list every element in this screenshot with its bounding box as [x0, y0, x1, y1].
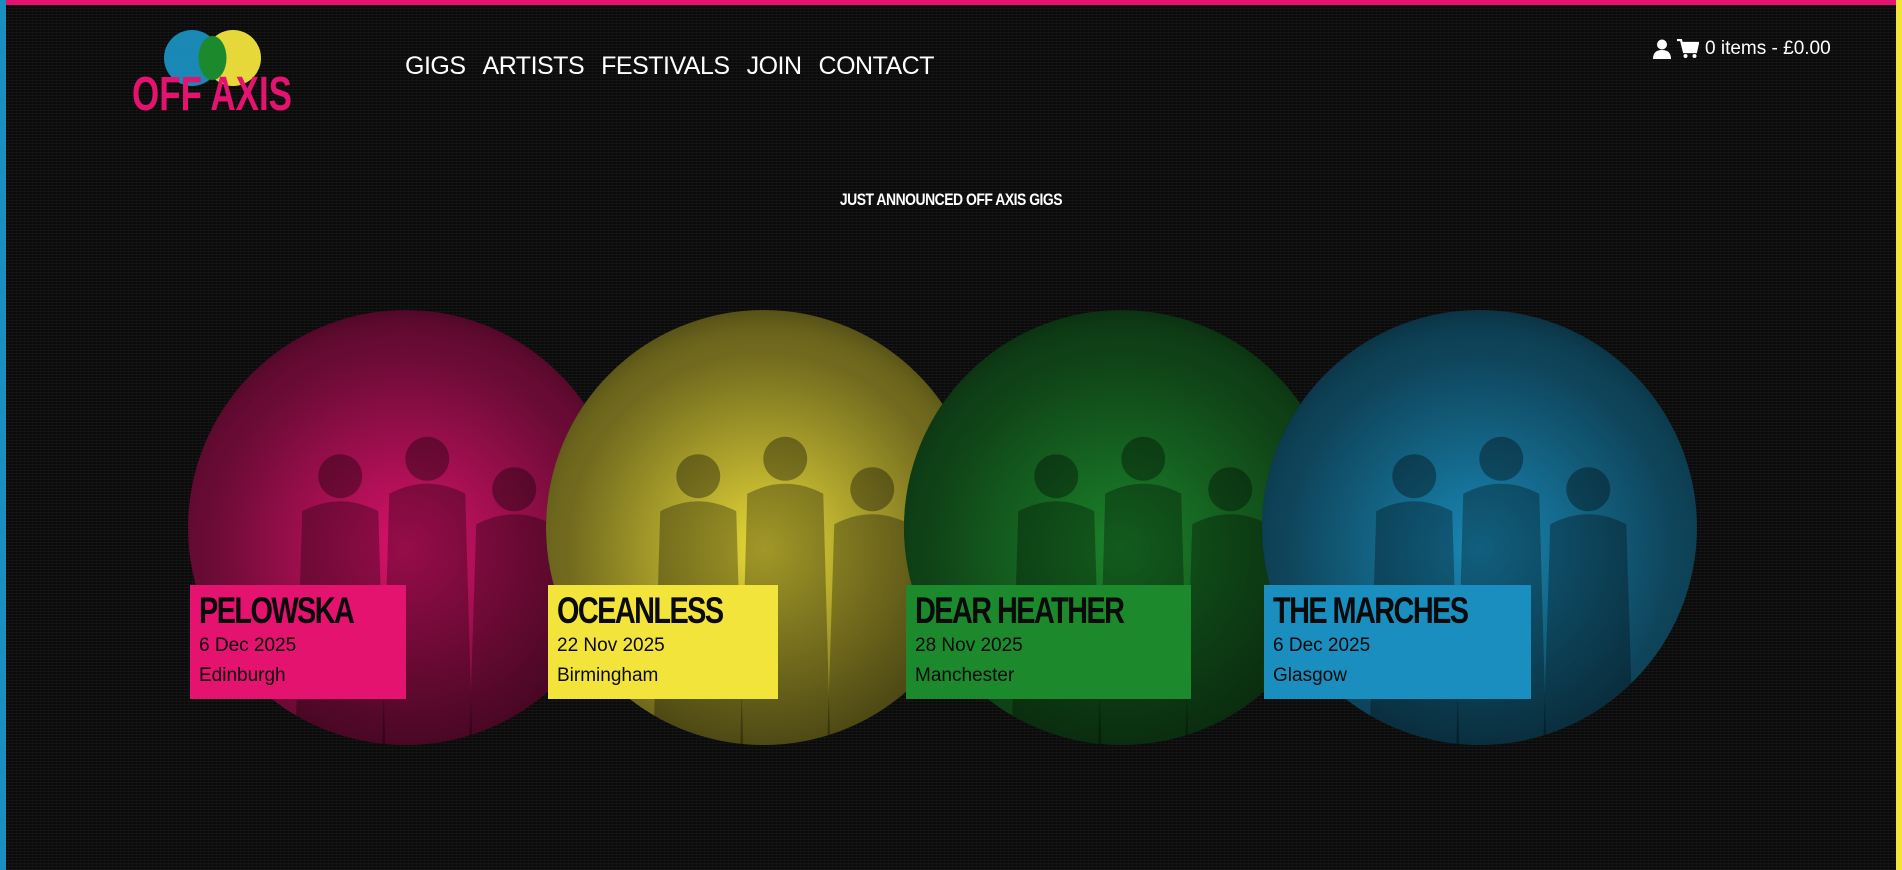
user-icon[interactable] [1653, 39, 1671, 59]
gig-city: Edinburgh [199, 665, 286, 686]
nav-festivals[interactable]: FESTIVALS [601, 52, 730, 81]
gig-caption: THE MARCHES 6 Dec 2025 Glasgow [1264, 585, 1532, 699]
nav-contact[interactable]: CONTACT [819, 52, 935, 81]
logo-text: OFF AXIS [132, 68, 292, 117]
nav-gigs[interactable]: GIGS [405, 52, 466, 81]
gig-city: Manchester [915, 665, 1015, 686]
artist-name: PELOWSKA [199, 590, 355, 631]
gig-date: 6 Dec 2025 [199, 635, 297, 656]
account-cart: 0 items - £0.00 [1653, 38, 1831, 60]
artist-name: OCEANLESS [557, 590, 724, 631]
gig-caption: DEAR HEATHER 28 Nov 2025 Manchester [906, 585, 1192, 699]
gig-caption: PELOWSKA 6 Dec 2025 Edinburgh [190, 585, 406, 699]
nav-join[interactable]: JOIN [747, 52, 802, 81]
main-nav: GIGS ARTISTS FESTIVALS JOIN CONTACT [405, 52, 935, 81]
gig-list: PELOWSKA 6 Dec 2025 Edinburgh OCEANLESS … [188, 310, 1698, 745]
gig-date: 22 Nov 2025 [557, 635, 665, 656]
artist-name: DEAR HEATHER [915, 590, 1125, 631]
gig-card[interactable]: THE MARCHES 6 Dec 2025 Glasgow [1262, 310, 1697, 745]
nav-artists[interactable]: ARTISTS [483, 52, 585, 81]
cart-summary[interactable]: 0 items - £0.00 [1705, 38, 1831, 60]
gig-city: Birmingham [557, 665, 659, 686]
off-axis-logo[interactable]: OFF AXIS [130, 22, 295, 117]
gig-city: Glasgow [1273, 665, 1347, 686]
gig-date: 6 Dec 2025 [1273, 635, 1371, 656]
artist-name: THE MARCHES [1273, 590, 1469, 631]
section-title: JUST ANNOUNCED OFF AXIS GIGS [839, 190, 1063, 209]
shopping-cart-icon[interactable] [1677, 39, 1699, 59]
top-accent-border [0, 0, 1902, 5]
left-accent-border [0, 0, 6, 870]
gig-date: 28 Nov 2025 [915, 635, 1023, 656]
right-accent-border [1896, 0, 1902, 870]
gig-caption: OCEANLESS 22 Nov 2025 Birmingham [548, 585, 779, 699]
